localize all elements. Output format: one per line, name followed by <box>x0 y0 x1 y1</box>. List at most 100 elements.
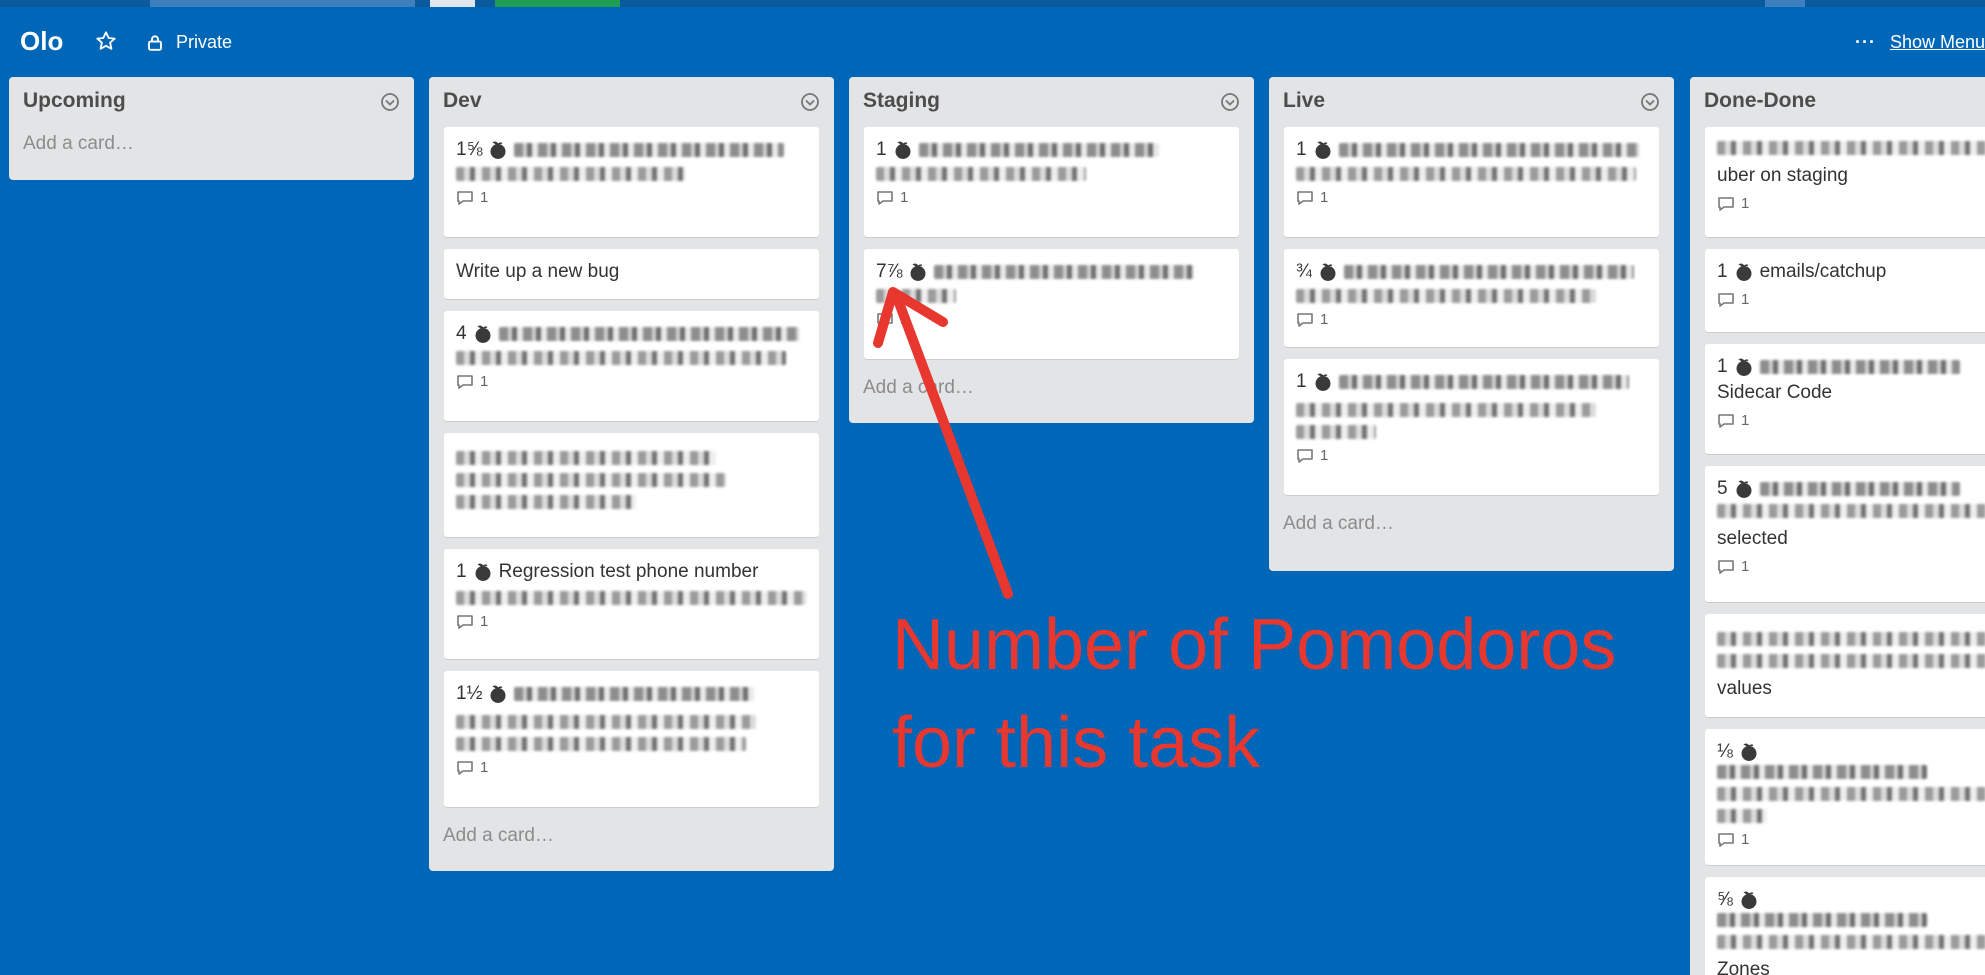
list-title[interactable]: Upcoming <box>23 89 126 113</box>
card[interactable]: 1 Sidecar Code 1 <box>1705 344 1985 454</box>
card[interactable]: values <box>1705 614 1985 717</box>
tomato-icon <box>1736 358 1752 376</box>
comment-icon <box>1297 190 1313 205</box>
blurred-text <box>1338 143 1639 157</box>
tomato-icon <box>1320 263 1336 281</box>
show-menu[interactable]: ··· Show Menu <box>1855 32 1985 53</box>
blurred-text <box>1759 482 1960 496</box>
blurred-text <box>934 265 1195 279</box>
blurred-text <box>514 143 785 157</box>
card[interactable]: 1⅝ 1 <box>444 127 819 237</box>
list-menu-icon[interactable] <box>800 92 820 112</box>
card[interactable]: ⅛ 1 <box>1705 729 1985 865</box>
lock-icon <box>148 34 162 51</box>
card[interactable]: Write up a new bug <box>444 249 819 299</box>
board-header: Olo Private ··· Show Menu <box>0 14 1985 70</box>
comment-count: 1 <box>480 189 489 206</box>
blurred-text <box>456 715 756 729</box>
card-title: 1 <box>876 137 1227 163</box>
card[interactable]: 7⅞ 1 <box>864 249 1239 359</box>
blurred-text <box>1717 913 1927 927</box>
card[interactable]: 4 1 <box>444 311 819 421</box>
blurred-text <box>1717 765 1927 779</box>
add-card-button[interactable]: Add a card… <box>849 371 1254 413</box>
card-title: Write up a new bug <box>456 261 620 282</box>
card[interactable]: ⅝ Zones <box>1705 877 1985 975</box>
card[interactable] <box>444 433 819 537</box>
comment-icon <box>1297 312 1313 327</box>
card-title: values <box>1717 678 1772 699</box>
list-menu-icon[interactable] <box>380 92 400 112</box>
card-title: 1 <box>1717 354 1973 380</box>
comment-icon <box>457 614 473 629</box>
blurred-text <box>456 591 806 605</box>
card-title: 4 <box>456 321 807 347</box>
card-badges: 1 <box>456 189 807 206</box>
pomodoro-count: 1 <box>1296 139 1307 160</box>
list-header: Staging <box>849 77 1254 127</box>
add-card-button[interactable]: Add a card… <box>429 819 834 861</box>
blurred-text <box>456 495 636 509</box>
blurred-text <box>1717 654 1985 668</box>
blurred-text <box>1296 289 1596 303</box>
card-badges: 1 <box>456 613 807 630</box>
tomato-icon <box>1736 263 1752 281</box>
pomodoro-count: ⅛ <box>1717 741 1733 762</box>
visibility-button[interactable]: Private <box>146 32 232 53</box>
list-menu-icon[interactable] <box>1220 92 1240 112</box>
card-title-line3: Zones <box>1717 959 1770 975</box>
list-header: Live <box>1269 77 1674 127</box>
card[interactable]: uber on staging 1 <box>1705 127 1985 237</box>
blurred-text <box>1338 375 1629 389</box>
pomodoro-count: 4 <box>456 323 467 344</box>
pomodoro-count: ⅝ <box>1717 889 1733 910</box>
comment-count: 1 <box>1741 558 1750 575</box>
card[interactable]: 1 1 <box>1284 359 1659 495</box>
blurred-text <box>456 737 746 751</box>
card-title: 1 emails/catchup <box>1717 259 1973 285</box>
comment-icon <box>877 190 893 205</box>
comment-count: 1 <box>1741 831 1750 848</box>
card[interactable]: 5 selected 1 <box>1705 466 1985 602</box>
comment-icon <box>1297 448 1313 463</box>
add-card-button[interactable]: Add a card… <box>9 127 414 169</box>
card-title: 7⅞ <box>876 259 1227 285</box>
card-list: uber on staging 1 1 emails/catchup 1 1 S… <box>1690 127 1985 975</box>
pomodoro-count: 7⅞ <box>876 261 903 282</box>
card[interactable]: 1 1 <box>1284 127 1659 237</box>
card-list: 1 1 7⅞ 1 <box>849 127 1254 359</box>
show-menu-link[interactable]: Show Menu <box>1890 32 1985 53</box>
add-card-button[interactable]: Add a card… <box>1269 507 1674 549</box>
card[interactable]: 1½ 1 <box>444 671 819 807</box>
pomodoro-count: 1⅝ <box>456 139 483 160</box>
card[interactable]: ¾ 1 <box>1284 249 1659 347</box>
pomodoro-count: 1½ <box>456 683 483 704</box>
card-title: 1 Regression test phone number <box>456 559 807 585</box>
blurred-text <box>1759 360 1960 374</box>
star-icon[interactable] <box>95 30 117 52</box>
comment-count: 1 <box>1741 412 1750 429</box>
card-title: ⅛ <box>1717 739 1973 779</box>
list-title[interactable]: Live <box>1283 89 1325 113</box>
tomato-icon <box>490 141 506 159</box>
comment-icon <box>457 760 473 775</box>
list-menu-icon[interactable] <box>1640 92 1660 112</box>
comment-count: 1 <box>480 759 489 776</box>
pomodoro-count: 5 <box>1717 478 1728 499</box>
list-title[interactable]: Dev <box>443 89 482 113</box>
blurred-text <box>456 351 786 365</box>
list-title[interactable]: Done-Done <box>1704 89 1816 113</box>
list-title[interactable]: Staging <box>863 89 940 113</box>
card[interactable]: 1 Regression test phone number 1 <box>444 549 819 659</box>
card-title: 1 <box>1296 137 1647 163</box>
visibility-label: Private <box>176 32 233 52</box>
card[interactable]: 1 emails/catchup 1 <box>1705 249 1985 332</box>
tomato-icon <box>490 685 506 703</box>
card-list: 1⅝ 1 Write up a new bug 4 1 1 Regression… <box>429 127 834 807</box>
blurred-text <box>876 289 956 303</box>
card[interactable]: 1 1 <box>864 127 1239 237</box>
comment-count: 1 <box>1320 311 1329 328</box>
card-title-line2: Sidecar Code <box>1717 382 1833 403</box>
board-title[interactable]: Olo <box>20 26 63 57</box>
comment-count: 1 <box>900 311 909 328</box>
